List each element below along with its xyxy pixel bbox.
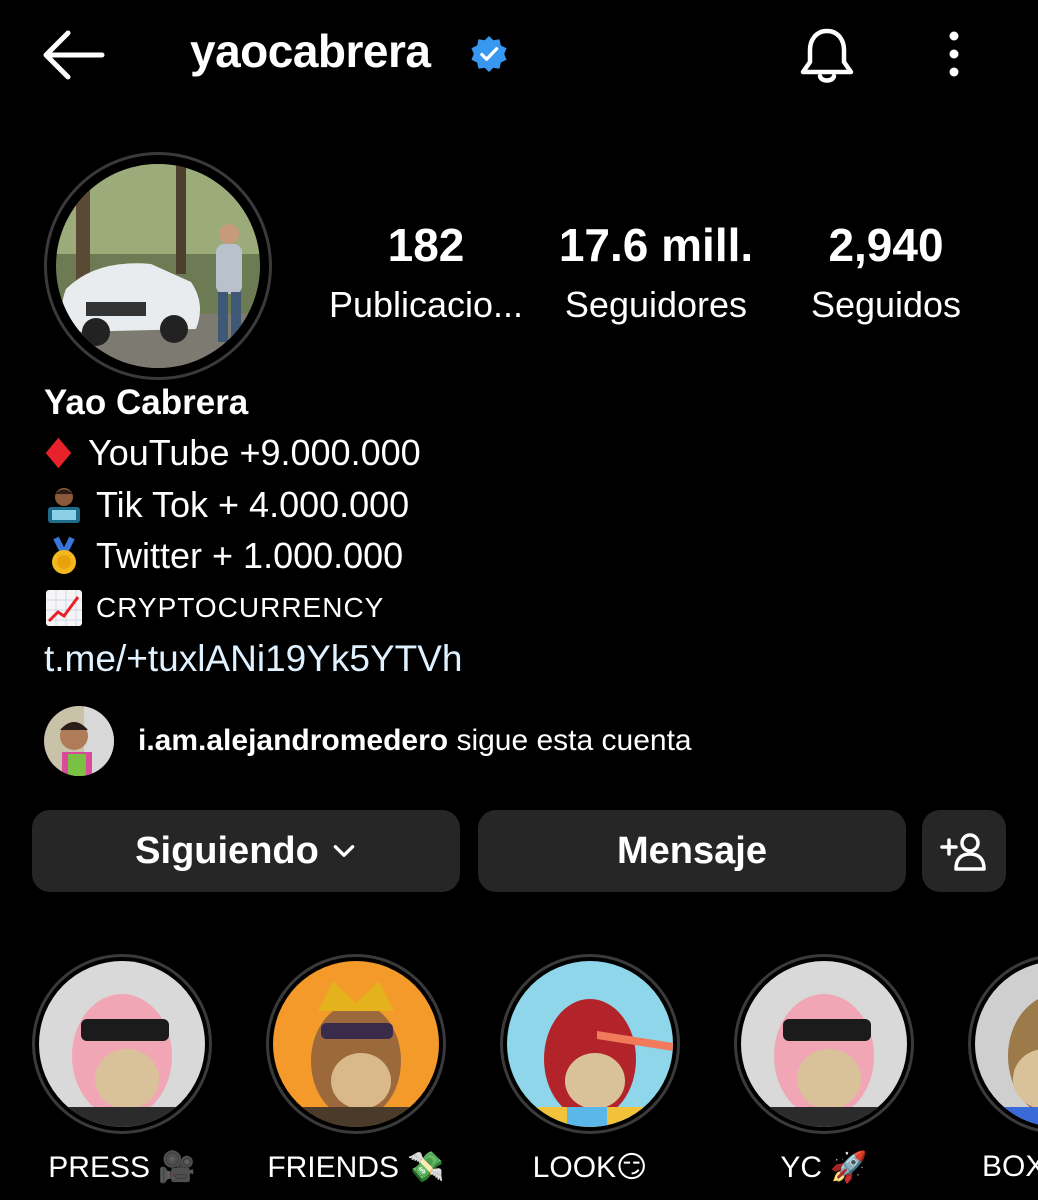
- profile-username: yaocabrera: [190, 25, 431, 77]
- gold-medal-icon: [52, 536, 76, 574]
- notifications-bell-icon[interactable]: [798, 26, 856, 86]
- more-options-icon[interactable]: [944, 30, 964, 78]
- stat-posts-count: 182: [387, 219, 465, 271]
- profile-avatar[interactable]: [56, 164, 260, 368]
- bio-line: CRYPTOCURRENCY: [44, 588, 384, 628]
- highlight-ring: [266, 954, 446, 1134]
- highlight-label: LOOK😏: [532, 1151, 648, 1184]
- stat-following-count: 2,940: [828, 219, 944, 271]
- highlight-label: BOX: [982, 1150, 1038, 1183]
- stat-followers-count: 17.6 mill.: [558, 219, 754, 271]
- stat-followers-label: Seguidores: [564, 284, 748, 325]
- bio-youtube-text: YouTube +9.000.000: [88, 432, 421, 473]
- profile-name: Yao Cabrera: [44, 383, 249, 422]
- highlight-yc[interactable]: YC 🚀: [734, 954, 914, 1184]
- technologist-icon: [48, 488, 80, 523]
- highlight-ring: [968, 954, 1038, 1134]
- highlight-label: YC 🚀: [780, 1151, 868, 1184]
- message-button-label: Mensaje: [617, 829, 767, 872]
- back-arrow-icon[interactable]: [40, 28, 106, 82]
- following-button-label: Siguiendo: [135, 829, 319, 872]
- stat-posts-label: Publicacio...: [328, 284, 524, 325]
- add-person-icon: [940, 833, 986, 871]
- suggest-people-button[interactable]: [922, 810, 1006, 892]
- stat-following[interactable]: 2,940 Seguidos: [776, 218, 996, 326]
- followed-by-text[interactable]: i.am.alejandromedero sigue esta cuenta: [138, 724, 692, 758]
- chevron-down-icon: [333, 845, 355, 857]
- follower-username[interactable]: i.am.alejandromedero: [138, 724, 448, 757]
- highlight-label: PRESS 🎥: [48, 1151, 196, 1184]
- followed-by-suffix: sigue esta cuenta: [448, 724, 692, 757]
- chart-increasing-icon: [46, 590, 82, 626]
- highlight-cover: [975, 961, 1038, 1127]
- highlight-friends[interactable]: FRIENDS 💸: [266, 954, 446, 1184]
- highlight-cover: [273, 961, 439, 1127]
- highlight-ring: [500, 954, 680, 1134]
- bio-twitter-text: Twitter + 1.000.000: [96, 535, 404, 576]
- stat-followers[interactable]: 17.6 mill. Seguidores: [546, 218, 766, 326]
- highlight-press[interactable]: PRESS 🎥: [32, 954, 212, 1184]
- verified-badge-icon: [471, 35, 507, 73]
- highlight-cover: [741, 961, 907, 1127]
- highlight-box[interactable]: BOX: [968, 954, 1038, 1200]
- stat-posts[interactable]: 182 Publicacio...: [316, 218, 536, 326]
- highlight-ring: [32, 954, 212, 1134]
- red-diamond-icon: [45, 437, 72, 469]
- highlight-look[interactable]: LOOK😏: [500, 954, 680, 1184]
- bio-crypto-text: CRYPTOCURRENCY: [96, 592, 385, 623]
- highlight-ring: [734, 954, 914, 1134]
- bio-line: Tik Tok + 4.000.000: [44, 484, 409, 526]
- highlight-label: FRIENDS 💸: [267, 1151, 445, 1184]
- highlight-cover: [507, 961, 673, 1127]
- bio-tiktok-text: Tik Tok + 4.000.000: [96, 484, 410, 525]
- highlight-cover: [39, 961, 205, 1127]
- follower-avatar[interactable]: [44, 706, 114, 776]
- stat-following-label: Seguidos: [810, 284, 962, 325]
- bio-line: YouTube +9.000.000: [44, 432, 421, 474]
- message-button[interactable]: Mensaje: [478, 810, 906, 892]
- bio-link[interactable]: t.me/+tuxlANi19Yk5YTVh: [44, 638, 463, 680]
- following-button[interactable]: Siguiendo: [32, 810, 460, 892]
- bio-line: Twitter + 1.000.000: [44, 535, 403, 577]
